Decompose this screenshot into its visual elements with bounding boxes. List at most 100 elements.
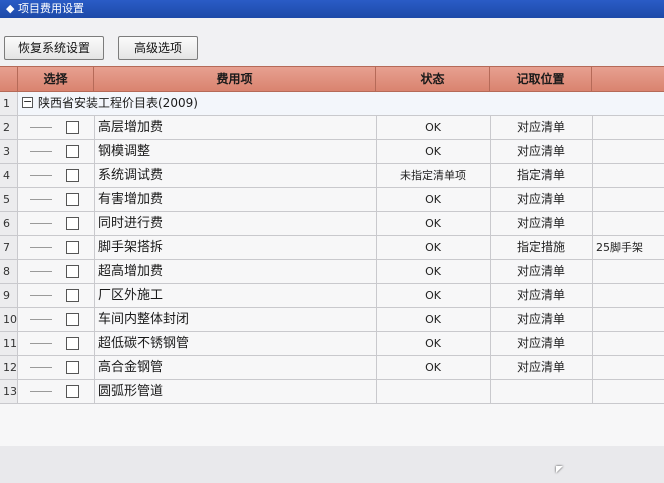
column-divider <box>94 140 95 163</box>
status-cell[interactable] <box>376 380 490 403</box>
measure-note[interactable] <box>596 164 662 187</box>
row-number: 11 <box>0 332 18 355</box>
tree-connector <box>30 199 52 200</box>
status-cell[interactable]: OK <box>376 356 490 379</box>
row-number: 12 <box>0 356 18 379</box>
location-cell[interactable]: 对应清单 <box>490 356 592 379</box>
location-cell[interactable]: 对应清单 <box>490 188 592 211</box>
cost-item-name: 同时进行费 <box>98 216 164 231</box>
measure-note[interactable] <box>596 332 662 355</box>
status-cell[interactable]: OK <box>376 308 490 331</box>
status-cell[interactable]: OK <box>376 236 490 259</box>
location-cell[interactable]: 对应清单 <box>490 116 592 139</box>
measure-note[interactable] <box>596 380 662 403</box>
table-row[interactable]: 10 车间内整体封闭 OK 对应清单 <box>0 308 664 332</box>
column-divider <box>592 116 593 139</box>
table-row[interactable]: 12 高合金钢管 OK 对应清单 <box>0 356 664 380</box>
row-number: 10 <box>0 308 18 331</box>
tree-connector <box>30 127 52 128</box>
measure-note[interactable] <box>596 260 662 283</box>
status-cell[interactable]: OK <box>376 260 490 283</box>
select-checkbox[interactable] <box>66 193 79 206</box>
cost-item-name: 有害增加费 <box>98 192 164 207</box>
select-checkbox[interactable] <box>66 313 79 326</box>
select-checkbox[interactable] <box>66 121 79 134</box>
location-cell[interactable]: 指定措施 <box>490 236 592 259</box>
table-row[interactable]: 11 超低碳不锈钢管 OK 对应清单 <box>0 332 664 356</box>
tree-connector <box>30 271 52 272</box>
column-divider <box>94 308 95 331</box>
select-checkbox[interactable] <box>66 337 79 350</box>
location-cell[interactable]: 指定清单 <box>490 164 592 187</box>
measure-note[interactable] <box>596 140 662 163</box>
header-cost-item[interactable]: 费用项 <box>94 67 376 91</box>
tree-connector <box>30 391 52 392</box>
table-row[interactable]: 4 系统调试费 未指定清单项 指定清单 <box>0 164 664 188</box>
table-row[interactable]: 13 圆弧形管道 <box>0 380 664 404</box>
status-cell[interactable]: OK <box>376 188 490 211</box>
cost-item-name: 钢模调整 <box>98 144 151 159</box>
tree-connector <box>30 223 52 224</box>
location-cell[interactable]: 对应清单 <box>490 284 592 307</box>
table-row[interactable]: 3 钢模调整 OK 对应清单 <box>0 140 664 164</box>
measure-note[interactable] <box>596 284 662 307</box>
select-checkbox[interactable] <box>66 265 79 278</box>
minus-box-icon[interactable]: − <box>22 96 33 108</box>
status-cell[interactable]: OK <box>376 332 490 355</box>
measure-note[interactable] <box>596 212 662 235</box>
advanced-options-button[interactable]: 高级选项 <box>118 36 198 60</box>
select-checkbox[interactable] <box>66 169 79 182</box>
table-row[interactable]: 5 有害增加费 OK 对应清单 <box>0 188 664 212</box>
column-divider <box>94 356 95 379</box>
measure-note[interactable] <box>596 188 662 211</box>
header-status[interactable]: 状态 <box>376 67 490 91</box>
cost-item-name: 超低碳不锈钢管 <box>98 336 190 351</box>
window-titlebar: ◆ 项目费用设置 <box>0 0 664 18</box>
header-select[interactable]: 选择 <box>18 67 94 91</box>
status-cell[interactable]: 未指定清单项 <box>376 164 490 187</box>
toolbar: 恢复系统设置 高级选项 <box>0 18 664 66</box>
restore-settings-button[interactable]: 恢复系统设置 <box>4 36 104 60</box>
location-cell[interactable]: 对应清单 <box>490 212 592 235</box>
column-divider <box>94 212 95 235</box>
measure-note[interactable] <box>596 116 662 139</box>
status-cell[interactable]: OK <box>376 116 490 139</box>
table-row[interactable]: 9 厂区外施工 OK 对应清单 <box>0 284 664 308</box>
location-cell[interactable]: 对应清单 <box>490 332 592 355</box>
measure-note[interactable] <box>596 356 662 379</box>
measure-note[interactable]: 25脚手架 <box>596 236 662 259</box>
column-divider <box>592 140 593 163</box>
header-rownum <box>0 67 18 91</box>
table-row[interactable]: 2 高层增加费 OK 对应清单 <box>0 116 664 140</box>
measure-note[interactable] <box>596 308 662 331</box>
header-location[interactable]: 记取位置 <box>490 67 592 91</box>
column-divider <box>592 236 593 259</box>
select-checkbox[interactable] <box>66 217 79 230</box>
select-checkbox[interactable] <box>66 241 79 254</box>
select-checkbox[interactable] <box>66 145 79 158</box>
status-cell[interactable]: OK <box>376 212 490 235</box>
status-cell[interactable]: OK <box>376 284 490 307</box>
group-row[interactable]: 1 − 陕西省安装工程价目表(2009) <box>0 92 664 116</box>
location-cell[interactable]: 对应清单 <box>490 260 592 283</box>
tree-connector <box>30 343 52 344</box>
table-row[interactable]: 6 同时进行费 OK 对应清单 <box>0 212 664 236</box>
location-cell[interactable] <box>490 380 592 403</box>
row-number: 8 <box>0 260 18 283</box>
cost-item-name: 高合金钢管 <box>98 360 164 375</box>
tree-connector <box>30 319 52 320</box>
column-divider <box>94 332 95 355</box>
header-extra <box>592 67 664 91</box>
table-row[interactable]: 8 超高增加费 OK 对应清单 <box>0 260 664 284</box>
select-checkbox[interactable] <box>66 385 79 398</box>
table-row[interactable]: 7 脚手架搭拆 OK 指定措施 25脚手架 <box>0 236 664 260</box>
column-divider <box>592 356 593 379</box>
select-checkbox[interactable] <box>66 361 79 374</box>
location-cell[interactable]: 对应清单 <box>490 308 592 331</box>
column-divider <box>592 332 593 355</box>
status-cell[interactable]: OK <box>376 140 490 163</box>
location-cell[interactable]: 对应清单 <box>490 140 592 163</box>
select-checkbox[interactable] <box>66 289 79 302</box>
cost-item-name: 高层增加费 <box>98 120 164 135</box>
cost-item-name: 系统调试费 <box>98 168 164 183</box>
